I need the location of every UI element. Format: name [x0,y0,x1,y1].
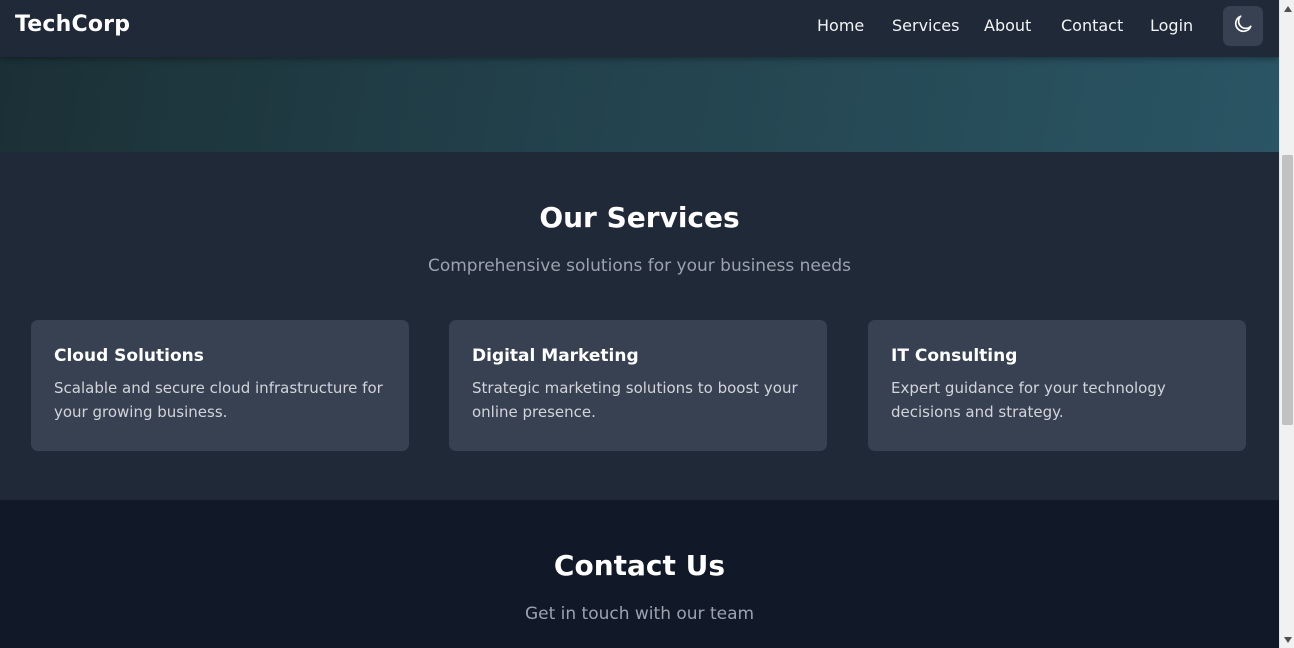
service-card-marketing[interactable]: Digital Marketing Strategic marketing so… [449,320,827,451]
scroll-up-arrow-icon[interactable] [1280,1,1294,16]
card-title: Digital Marketing [472,346,639,366]
contact-title: Contact Us [553,549,726,582]
service-card-consulting[interactable]: IT Consulting Expert guidance for your t… [868,320,1246,451]
nav-links: Home Services About Contact Login [0,16,1279,38]
services-section: Our Services Comprehensive solutions for… [0,152,1279,500]
scroll-down-arrow-icon[interactable] [1280,632,1294,647]
navbar: TechCorp Home Services About Contact Log… [0,0,1279,57]
contact-section: Contact Us Get in touch with our team [0,500,1279,648]
card-description: Scalable and secure cloud infrastructure… [54,379,383,421]
hero-section [0,57,1279,152]
card-description: Strategic marketing solutions to boost y… [472,379,798,421]
moon-icon [1232,13,1254,39]
card-title: IT Consulting [891,346,1018,366]
nav-link-home[interactable]: Home [817,16,864,35]
vertical-scrollbar[interactable] [1279,0,1294,648]
theme-toggle-button[interactable] [1223,6,1263,46]
card-title: Cloud Solutions [54,346,204,366]
nav-link-contact[interactable]: Contact [1061,16,1123,35]
card-description: Expert guidance for your technology deci… [891,379,1166,421]
page-viewport: TechCorp Home Services About Contact Log… [0,0,1279,648]
scrollbar-thumb[interactable] [1282,155,1293,425]
nav-link-login[interactable]: Login [1150,16,1193,35]
services-title: Our Services [539,201,740,234]
nav-link-about[interactable]: About [984,16,1031,35]
contact-subtitle: Get in touch with our team [524,604,755,624]
services-subtitle: Comprehensive solutions for your busines… [427,256,852,276]
service-card-cloud[interactable]: Cloud Solutions Scalable and secure clou… [31,320,409,451]
nav-link-services[interactable]: Services [892,16,959,35]
